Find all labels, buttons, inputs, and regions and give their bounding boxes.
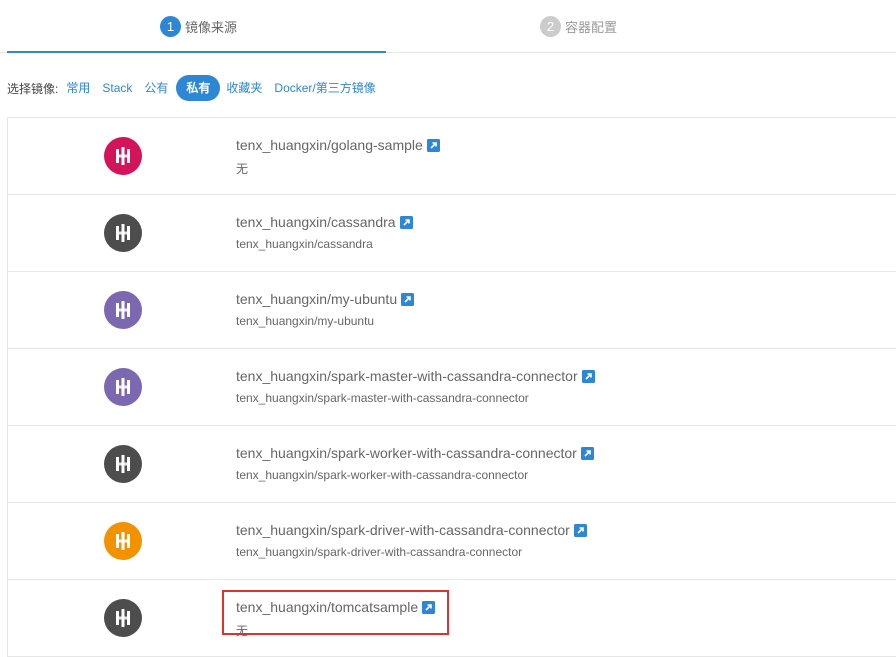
step-number: 2 <box>540 15 561 37</box>
docker-image-icon <box>104 137 142 175</box>
docker-image-icon <box>104 599 142 637</box>
image-description: tenx_huangxin/my-ubuntu <box>236 314 375 328</box>
image-description: tenx_huangxin/spark-worker-with-cassandr… <box>236 468 529 482</box>
step-indicator: 1 镜像来源 2 容器配置 <box>0 0 896 53</box>
tab-docker-third-party[interactable]: Docker/第三方镜像 <box>268 75 381 101</box>
image-name-link[interactable]: tenx_huangxin/spark-driver-with-cassandr… <box>236 522 587 538</box>
step-label: 容器配置 <box>565 19 618 35</box>
external-link-icon[interactable] <box>426 138 440 152</box>
image-name-link[interactable]: tenx_huangxin/tomcatsample <box>236 599 436 615</box>
filter-label: 选择镜像: <box>7 81 59 96</box>
image-list: tenx_huangxin/golang-sample 无 tenx_huangxi… <box>7 117 896 657</box>
image-description: 无 <box>236 162 249 176</box>
image-name: tenx_huangxin/tomcatsample <box>236 599 419 615</box>
image-name-link[interactable]: tenx_huangxin/spark-worker-with-cassandr… <box>236 445 594 461</box>
image-description: tenx_huangxin/spark-driver-with-cassandr… <box>236 545 523 559</box>
external-link-icon[interactable] <box>573 523 587 537</box>
image-row[interactable]: tenx_huangxin/tomcatsample 无 <box>8 580 896 657</box>
image-row[interactable]: tenx_huangxin/spark-worker-with-cassandr… <box>8 426 896 503</box>
docker-image-icon <box>104 445 142 483</box>
image-row[interactable]: tenx_huangxin/my-ubuntu tenx_huangxin/my-… <box>8 272 896 349</box>
image-description: tenx_huangxin/cassandra <box>236 237 373 251</box>
image-source-filter: 选择镜像: 常用 Stack 公有 私有 收藏夹 Docker/第三方镜像 <box>7 75 382 101</box>
tab-stack[interactable]: Stack <box>96 75 138 101</box>
step-image-source[interactable]: 1 镜像来源 <box>160 15 237 37</box>
tab-private[interactable]: 私有 <box>176 75 221 101</box>
docker-image-icon <box>104 291 142 329</box>
active-step-underline <box>7 51 386 53</box>
image-name: tenx_huangxin/spark-master-with-cassandr… <box>236 368 578 384</box>
external-link-icon[interactable] <box>422 600 436 614</box>
image-name: tenx_huangxin/spark-driver-with-cassandr… <box>236 522 570 538</box>
external-link-icon[interactable] <box>399 215 413 229</box>
image-name: tenx_huangxin/my-ubuntu <box>236 291 398 307</box>
external-link-icon[interactable] <box>581 369 595 383</box>
step-container-config[interactable]: 2 容器配置 <box>540 15 617 37</box>
tab-common[interactable]: 常用 <box>60 75 96 101</box>
image-row[interactable]: tenx_huangxin/spark-master-with-cassandr… <box>8 349 896 426</box>
docker-image-icon <box>104 368 142 406</box>
image-name-link[interactable]: tenx_huangxin/cassandra <box>236 214 413 230</box>
external-link-icon[interactable] <box>401 292 415 306</box>
image-row[interactable]: tenx_huangxin/spark-driver-with-cassandr… <box>8 503 896 580</box>
tab-public[interactable]: 公有 <box>138 75 174 101</box>
image-description: 无 <box>236 624 249 638</box>
image-name-link[interactable]: tenx_huangxin/spark-master-with-cassandr… <box>236 368 595 384</box>
docker-image-icon <box>104 214 142 252</box>
external-link-icon[interactable] <box>580 446 594 460</box>
image-row[interactable]: tenx_huangxin/cassandra tenx_huangxin/cas… <box>8 195 896 272</box>
image-row[interactable]: tenx_huangxin/golang-sample 无 <box>8 118 896 195</box>
image-name: tenx_huangxin/spark-worker-with-cassandr… <box>236 445 577 461</box>
image-description: tenx_huangxin/spark-master-with-cassandr… <box>236 391 529 405</box>
image-name: tenx_huangxin/cassandra <box>236 214 396 230</box>
step-number: 1 <box>160 15 181 37</box>
step-label: 镜像来源 <box>185 19 238 35</box>
tab-favorites[interactable]: 收藏夹 <box>220 75 268 101</box>
image-name: tenx_huangxin/golang-sample <box>236 137 423 153</box>
image-name-link[interactable]: tenx_huangxin/golang-sample <box>236 137 440 153</box>
docker-image-icon <box>104 522 142 560</box>
image-name-link[interactable]: tenx_huangxin/my-ubuntu <box>236 291 415 307</box>
